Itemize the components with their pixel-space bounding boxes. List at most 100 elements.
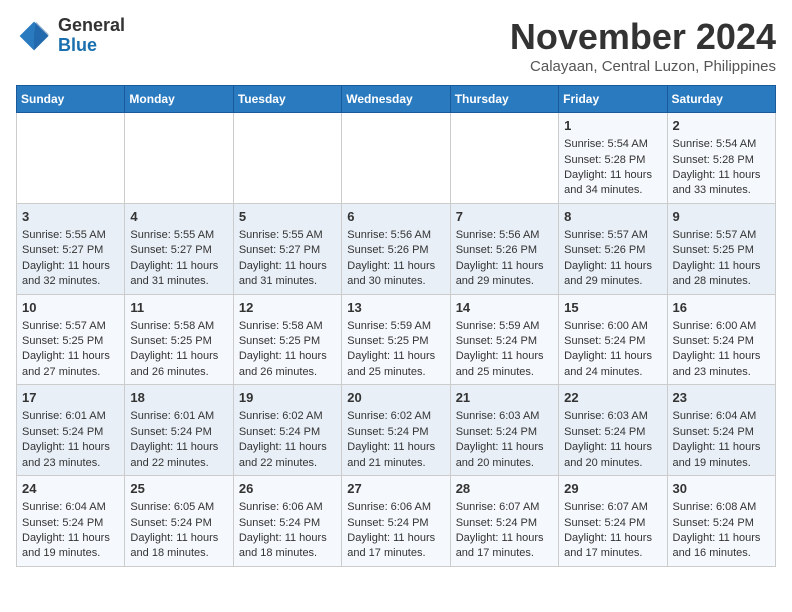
day-info: Sunset: 5:25 PM <box>347 334 444 349</box>
calendar-cell: 9Sunrise: 5:57 AMSunset: 5:25 PMDaylight… <box>667 203 775 294</box>
day-info: Sunrise: 5:57 AM <box>673 228 770 243</box>
day-info: Sunset: 5:26 PM <box>347 243 444 258</box>
month-title: November 2024 <box>510 16 776 58</box>
calendar-cell: 16Sunrise: 6:00 AMSunset: 5:24 PMDayligh… <box>667 294 775 385</box>
calendar-cell: 2Sunrise: 5:54 AMSunset: 5:28 PMDaylight… <box>667 113 775 204</box>
calendar-cell <box>17 113 125 204</box>
day-info: Daylight: 11 hours and 34 minutes. <box>564 168 661 199</box>
day-info: Daylight: 11 hours and 18 minutes. <box>239 531 336 562</box>
calendar-cell: 1Sunrise: 5:54 AMSunset: 5:28 PMDaylight… <box>559 113 667 204</box>
day-info: Daylight: 11 hours and 25 minutes. <box>347 349 444 380</box>
day-info: Sunset: 5:24 PM <box>239 425 336 440</box>
header-cell-monday: Monday <box>125 86 233 113</box>
day-info: Sunrise: 6:04 AM <box>22 500 119 515</box>
day-number: 7 <box>456 208 553 226</box>
day-number: 23 <box>673 389 770 407</box>
day-info: Sunset: 5:24 PM <box>456 425 553 440</box>
day-number: 29 <box>564 480 661 498</box>
day-number: 30 <box>673 480 770 498</box>
day-number: 28 <box>456 480 553 498</box>
day-info: Sunset: 5:24 PM <box>564 334 661 349</box>
logo-icon <box>16 18 52 54</box>
day-info: Daylight: 11 hours and 31 minutes. <box>239 259 336 290</box>
week-row-2: 3Sunrise: 5:55 AMSunset: 5:27 PMDaylight… <box>17 203 776 294</box>
day-info: Sunset: 5:25 PM <box>239 334 336 349</box>
day-info: Sunset: 5:24 PM <box>347 516 444 531</box>
day-info: Daylight: 11 hours and 20 minutes. <box>456 440 553 471</box>
day-number: 18 <box>130 389 227 407</box>
day-info: Sunset: 5:26 PM <box>456 243 553 258</box>
day-number: 1 <box>564 117 661 135</box>
day-info: Daylight: 11 hours and 24 minutes. <box>564 349 661 380</box>
day-info: Sunset: 5:24 PM <box>456 334 553 349</box>
day-info: Daylight: 11 hours and 27 minutes. <box>22 349 119 380</box>
day-number: 12 <box>239 299 336 317</box>
day-info: Daylight: 11 hours and 32 minutes. <box>22 259 119 290</box>
calendar-cell: 4Sunrise: 5:55 AMSunset: 5:27 PMDaylight… <box>125 203 233 294</box>
day-info: Sunrise: 5:56 AM <box>347 228 444 243</box>
logo-blue: Blue <box>58 35 97 55</box>
header-cell-tuesday: Tuesday <box>233 86 341 113</box>
day-info: Sunrise: 6:05 AM <box>130 500 227 515</box>
calendar-cell: 30Sunrise: 6:08 AMSunset: 5:24 PMDayligh… <box>667 476 775 567</box>
day-info: Sunrise: 6:06 AM <box>347 500 444 515</box>
day-info: Sunset: 5:24 PM <box>347 425 444 440</box>
day-info: Sunset: 5:24 PM <box>564 516 661 531</box>
day-number: 25 <box>130 480 227 498</box>
day-info: Sunrise: 6:01 AM <box>22 409 119 424</box>
logo-general: General <box>58 15 125 35</box>
day-info: Sunset: 5:24 PM <box>239 516 336 531</box>
day-info: Daylight: 11 hours and 26 minutes. <box>130 349 227 380</box>
calendar-cell: 3Sunrise: 5:55 AMSunset: 5:27 PMDaylight… <box>17 203 125 294</box>
day-info: Sunrise: 6:03 AM <box>456 409 553 424</box>
header-cell-friday: Friday <box>559 86 667 113</box>
day-info: Sunrise: 6:07 AM <box>564 500 661 515</box>
calendar-cell: 5Sunrise: 5:55 AMSunset: 5:27 PMDaylight… <box>233 203 341 294</box>
day-number: 21 <box>456 389 553 407</box>
calendar-body: 1Sunrise: 5:54 AMSunset: 5:28 PMDaylight… <box>17 113 776 567</box>
day-number: 14 <box>456 299 553 317</box>
title-block: November 2024 Calayaan, Central Luzon, P… <box>510 16 776 75</box>
day-info: Daylight: 11 hours and 17 minutes. <box>456 531 553 562</box>
day-info: Sunrise: 5:58 AM <box>130 319 227 334</box>
day-info: Sunrise: 5:55 AM <box>239 228 336 243</box>
day-info: Sunrise: 5:54 AM <box>673 137 770 152</box>
header-cell-sunday: Sunday <box>17 86 125 113</box>
calendar-cell: 23Sunrise: 6:04 AMSunset: 5:24 PMDayligh… <box>667 385 775 476</box>
calendar-cell: 7Sunrise: 5:56 AMSunset: 5:26 PMDaylight… <box>450 203 558 294</box>
day-info: Daylight: 11 hours and 16 minutes. <box>673 531 770 562</box>
day-info: Sunrise: 6:01 AM <box>130 409 227 424</box>
calendar-cell: 14Sunrise: 5:59 AMSunset: 5:24 PMDayligh… <box>450 294 558 385</box>
header-cell-wednesday: Wednesday <box>342 86 450 113</box>
day-info: Sunrise: 6:07 AM <box>456 500 553 515</box>
day-info: Daylight: 11 hours and 29 minutes. <box>564 259 661 290</box>
day-info: Sunrise: 5:56 AM <box>456 228 553 243</box>
day-info: Sunrise: 5:57 AM <box>22 319 119 334</box>
day-number: 15 <box>564 299 661 317</box>
day-info: Sunset: 5:24 PM <box>130 425 227 440</box>
day-info: Sunrise: 5:55 AM <box>130 228 227 243</box>
day-info: Daylight: 11 hours and 30 minutes. <box>347 259 444 290</box>
calendar-cell: 29Sunrise: 6:07 AMSunset: 5:24 PMDayligh… <box>559 476 667 567</box>
calendar-cell: 17Sunrise: 6:01 AMSunset: 5:24 PMDayligh… <box>17 385 125 476</box>
day-info: Daylight: 11 hours and 18 minutes. <box>130 531 227 562</box>
day-info: Sunrise: 5:59 AM <box>456 319 553 334</box>
calendar-cell: 25Sunrise: 6:05 AMSunset: 5:24 PMDayligh… <box>125 476 233 567</box>
day-info: Sunrise: 6:03 AM <box>564 409 661 424</box>
day-info: Sunset: 5:27 PM <box>130 243 227 258</box>
day-info: Sunrise: 6:08 AM <box>673 500 770 515</box>
calendar-cell: 22Sunrise: 6:03 AMSunset: 5:24 PMDayligh… <box>559 385 667 476</box>
calendar-cell: 19Sunrise: 6:02 AMSunset: 5:24 PMDayligh… <box>233 385 341 476</box>
day-info: Sunset: 5:24 PM <box>22 425 119 440</box>
day-info: Daylight: 11 hours and 26 minutes. <box>239 349 336 380</box>
day-info: Sunset: 5:28 PM <box>564 153 661 168</box>
day-info: Daylight: 11 hours and 23 minutes. <box>673 349 770 380</box>
header-cell-saturday: Saturday <box>667 86 775 113</box>
day-number: 17 <box>22 389 119 407</box>
day-number: 20 <box>347 389 444 407</box>
page-header: General Blue November 2024 Calayaan, Cen… <box>16 16 776 75</box>
day-info: Sunrise: 5:57 AM <box>564 228 661 243</box>
day-info: Sunrise: 6:02 AM <box>347 409 444 424</box>
day-info: Daylight: 11 hours and 17 minutes. <box>347 531 444 562</box>
day-info: Daylight: 11 hours and 19 minutes. <box>673 440 770 471</box>
